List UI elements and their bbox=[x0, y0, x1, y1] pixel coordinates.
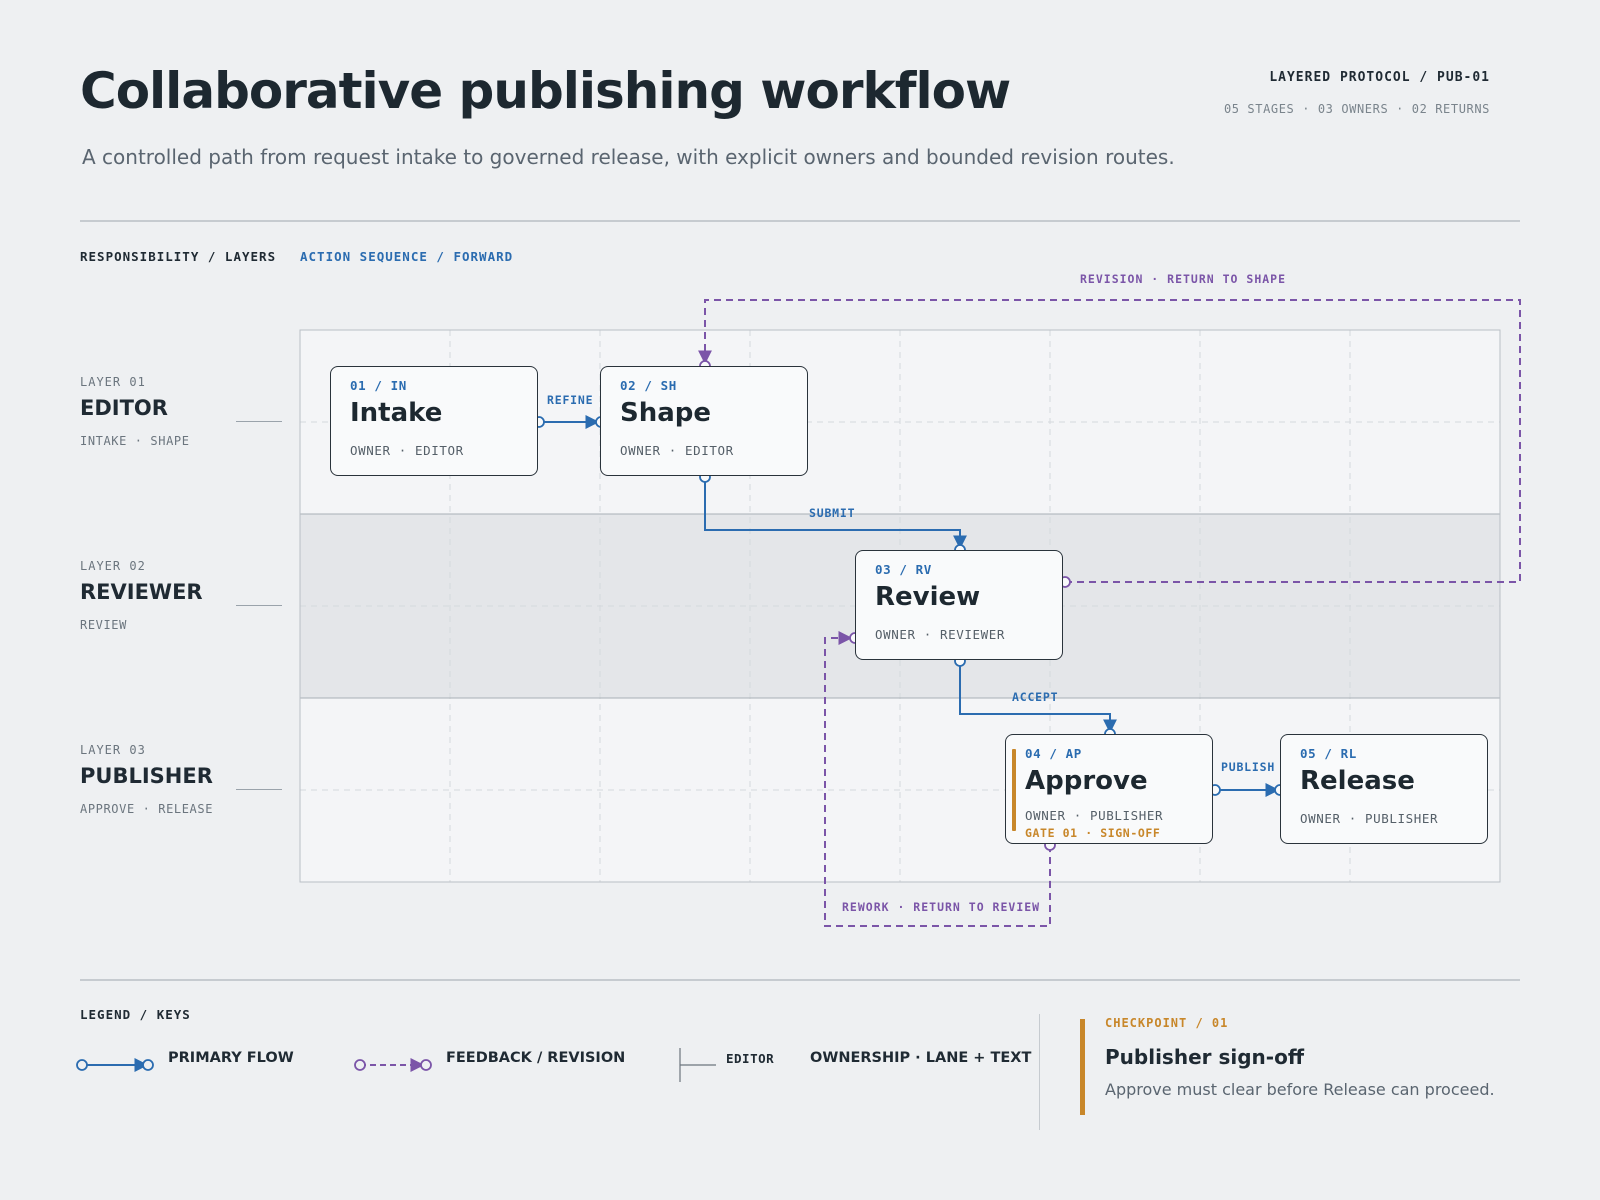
layer-editor-tick bbox=[236, 421, 282, 422]
node-shape-code: 02 / SH bbox=[620, 378, 677, 393]
node-review-owner: OWNER · REVIEWER bbox=[875, 627, 1006, 642]
node-shape-owner: OWNER · EDITOR bbox=[620, 443, 734, 458]
edge-label-publish: PUBLISH bbox=[1221, 760, 1276, 774]
edge-label-revision: REVISION · RETURN TO SHAPE bbox=[1080, 272, 1287, 286]
node-approve[interactable]: 04 / AP Approve OWNER · PUBLISHER GATE 0… bbox=[1005, 734, 1213, 844]
checkpoint-code: CHECKPOINT / 01 bbox=[1105, 1016, 1229, 1030]
layer-publisher-stages: APPROVE · RELEASE bbox=[80, 802, 214, 816]
gate-marker bbox=[1012, 749, 1016, 831]
legend-ownership-label: OWNERSHIP · LANE + TEXT bbox=[810, 1050, 1032, 1066]
checkpoint-description: Approve must clear before Release can pr… bbox=[1105, 1080, 1495, 1099]
node-shape-name: Shape bbox=[620, 398, 712, 428]
node-release-code: 05 / RL bbox=[1300, 746, 1357, 761]
checkpoint-bar bbox=[1080, 1019, 1085, 1115]
layer-reviewer-code: LAYER 02 bbox=[80, 559, 146, 573]
layer-editor-name: EDITOR bbox=[80, 396, 168, 420]
node-review-name: Review bbox=[875, 582, 981, 612]
node-approve-owner: OWNER · PUBLISHER bbox=[1025, 808, 1164, 823]
legend-feedback-label: FEEDBACK / REVISION bbox=[446, 1050, 626, 1066]
node-approve-code: 04 / AP bbox=[1025, 746, 1082, 761]
layer-publisher-tick bbox=[236, 789, 282, 790]
layer-publisher-code: LAYER 03 bbox=[80, 743, 146, 757]
node-release-name: Release bbox=[1300, 766, 1415, 796]
edge-label-refine: REFINE bbox=[547, 393, 594, 407]
layer-editor-stages: INTAKE · SHAPE bbox=[80, 434, 190, 448]
layer-publisher-name: PUBLISHER bbox=[80, 764, 213, 788]
legend-divider bbox=[80, 979, 1520, 981]
node-intake-owner: OWNER · EDITOR bbox=[350, 443, 464, 458]
node-review-code: 03 / RV bbox=[875, 562, 932, 577]
layer-reviewer-tick bbox=[236, 605, 282, 606]
node-approve-gate: GATE 01 · SIGN-OFF bbox=[1025, 826, 1161, 840]
workflow-diagram bbox=[76, 299, 1521, 1082]
node-intake-name: Intake bbox=[350, 398, 443, 428]
legend-primary-glyph bbox=[76, 1058, 154, 1072]
node-release[interactable]: 05 / RL Release OWNER · PUBLISHER bbox=[1280, 734, 1488, 844]
layer-editor-code: LAYER 01 bbox=[80, 375, 146, 389]
node-review[interactable]: 03 / RV Review OWNER · REVIEWER bbox=[855, 550, 1063, 660]
layer-reviewer-name: REVIEWER bbox=[80, 580, 203, 604]
node-release-owner: OWNER · PUBLISHER bbox=[1300, 811, 1439, 826]
node-shape[interactable]: 02 / SH Shape OWNER · EDITOR bbox=[600, 366, 808, 476]
legend-vertical-divider bbox=[1039, 1014, 1040, 1130]
legend-feedback-glyph bbox=[354, 1058, 432, 1072]
node-intake[interactable]: 01 / IN Intake OWNER · EDITOR bbox=[330, 366, 538, 476]
checkpoint-title: Publisher sign-off bbox=[1105, 1045, 1305, 1069]
edge-label-accept: ACCEPT bbox=[1012, 690, 1059, 704]
edge-label-rework: REWORK · RETURN TO REVIEW bbox=[842, 900, 1041, 914]
node-intake-code: 01 / IN bbox=[350, 378, 407, 393]
edge-label-submit: SUBMIT bbox=[809, 506, 856, 520]
layer-reviewer-stages: REVIEW bbox=[80, 618, 127, 632]
legend-ownership-glyph bbox=[679, 1048, 716, 1082]
legend-primary-label: PRIMARY FLOW bbox=[168, 1050, 294, 1066]
legend-label: LEGEND / KEYS bbox=[80, 1007, 191, 1022]
legend-editor-label: EDITOR bbox=[726, 1051, 775, 1066]
node-approve-name: Approve bbox=[1025, 766, 1148, 796]
